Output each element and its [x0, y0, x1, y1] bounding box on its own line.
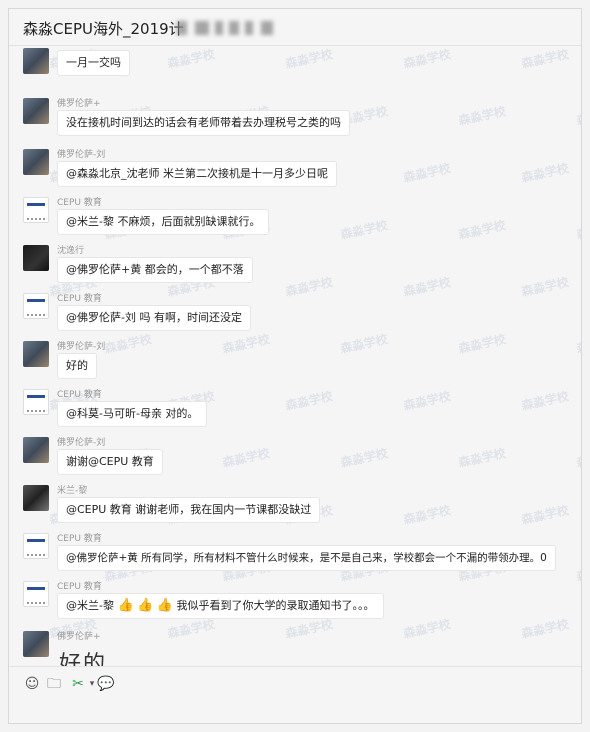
watermark-text: 森淼学校 [402, 617, 453, 641]
sender-name: 佛罗伦萨+ [57, 632, 101, 642]
message-bubble[interactable]: 谢谢@CEPU 教育 [57, 449, 163, 475]
message-bubble[interactable]: 一月一交吗 [57, 50, 130, 76]
sender-name: 米兰-黎 [57, 486, 88, 496]
watermark-text: 森淼学校 [284, 389, 335, 413]
watermark-text: 森淼学校 [221, 446, 272, 470]
chat-bubble-icon[interactable]: 💬 [97, 675, 115, 693]
avatar[interactable] [23, 533, 49, 559]
title-bar: 森淼CEPU海外_2019计 [9, 9, 581, 46]
message-list[interactable]: 森淼学校 森淼学校 森淼学校 森淼学校 森淼学校 森淼学校 森淼学校 森淼学校 森淼学校 森淼学校… [9, 46, 581, 668]
watermark-text: 森淼学校 [402, 275, 453, 299]
chat-title: 森淼CEPU海外_2019计 [23, 20, 184, 38]
watermark-text: 森淼学校 [339, 332, 390, 356]
watermark-text: 森淼学校 [575, 446, 581, 470]
avatar[interactable] [23, 149, 49, 175]
avatar[interactable] [23, 98, 49, 124]
watermark-text: 森淼学校 [284, 47, 335, 71]
watermark-text: 森淼学校 [284, 617, 335, 641]
message-bubble[interactable]: 没在接机时间到达的话会有老师带着去办理税号之类的吗 [57, 110, 350, 136]
folder-icon[interactable]: 🗀 [45, 675, 63, 693]
avatar[interactable] [23, 485, 49, 511]
watermark-text: 森淼学校 [575, 560, 581, 584]
watermark-text: 森淼学校 [284, 275, 335, 299]
watermark-text: 森淼学校 [575, 218, 581, 242]
redacted-title-part [245, 21, 253, 35]
watermark-text: 森淼学校 [520, 161, 571, 185]
watermark-text: 森淼学校 [457, 218, 508, 242]
redacted-title-part [229, 21, 239, 35]
input-toolbar: ☺ 🗀 ✂ ▾ 💬 [9, 666, 581, 723]
watermark-text: 森淼学校 [402, 161, 453, 185]
watermark-text: 森淼学校 [520, 47, 571, 71]
avatar[interactable] [23, 293, 49, 319]
watermark-text: 森淼学校 [221, 332, 272, 356]
sender-name: 佛罗伦萨-刘 [57, 342, 106, 352]
message-bubble[interactable]: @CEPU 教育 谢谢老师，我在国内一节课都没缺过 [57, 497, 321, 523]
message-bubble[interactable]: @佛罗伦萨+黄 所有同学，所有材料不管什么时候来，是不是自己来，学校都会一个不漏… [57, 545, 556, 571]
watermark-text: 森淼学校 [575, 332, 581, 356]
watermark-text: 森淼学校 [166, 617, 217, 641]
sender-name: 佛罗伦萨+ [57, 99, 101, 109]
watermark-text: 森淼学校 [457, 446, 508, 470]
watermark-text: 森淼学校 [339, 446, 390, 470]
watermark-text: 森淼学校 [575, 104, 581, 128]
avatar[interactable] [23, 48, 49, 74]
avatar[interactable] [23, 437, 49, 463]
watermark-text: 森淼学校 [402, 389, 453, 413]
avatar[interactable] [23, 581, 49, 607]
watermark-text: 森淼学校 [457, 104, 508, 128]
redacted-title-part [195, 21, 209, 35]
watermark-text: 森淼学校 [166, 47, 217, 71]
message-text: 我似乎看到了你大学的录取通知书了。。。 [176, 599, 375, 612]
watermark-text: 森淼学校 [402, 503, 453, 527]
watermark-text: 森淼学校 [103, 332, 154, 356]
thumbs-up-icon: 👍 [117, 598, 134, 613]
message-bubble[interactable]: 好的 [57, 353, 97, 379]
watermark-text: 森淼学校 [520, 389, 571, 413]
sender-name: CEPU 教育 [57, 582, 102, 592]
message-bubble[interactable]: @科莫-马可昕-母亲 对的。 [57, 401, 208, 427]
watermark-text: 森淼学校 [402, 47, 453, 71]
thumbs-up-icon: 👍 [137, 598, 154, 613]
avatar[interactable] [23, 245, 49, 271]
sender-name: CEPU 教育 [57, 534, 102, 544]
message-bubble[interactable]: @佛罗伦萨-刘 吗 有啊，时间还没定 [57, 305, 251, 331]
message-text: @米兰-黎 [66, 599, 114, 612]
sender-name: 佛罗伦萨-刘 [57, 150, 106, 160]
sender-name: 沈逸行 [57, 246, 85, 256]
message-bubble[interactable]: @森淼北京_沈老师 米兰第二次接机是十一月多少日呢 [57, 161, 337, 187]
watermark-text: 森淼学校 [339, 218, 390, 242]
sender-name: CEPU 教育 [57, 390, 102, 400]
chat-window: 森淼CEPU海外_2019计 森淼学校 森淼学校 森淼学校 森淼学校 森淼学校 森淼学校森… [8, 8, 582, 724]
message-bubble[interactable]: @佛罗伦萨+黄 都会的，一个都不落 [57, 257, 253, 283]
watermark-text: 森淼学校 [520, 275, 571, 299]
redacted-title-part [177, 21, 187, 35]
redacted-title-part [215, 21, 223, 35]
sender-name: CEPU 教育 [57, 198, 102, 208]
avatar[interactable] [23, 389, 49, 415]
redacted-title-part [261, 21, 273, 35]
message-bubble[interactable]: @米兰-黎 👍 👍 👍 我似乎看到了你大学的录取通知书了。。。 [57, 593, 384, 619]
watermark-text: 森淼学校 [520, 503, 571, 527]
thumbs-up-icon: 👍 [156, 598, 174, 613]
avatar[interactable] [23, 197, 49, 223]
watermark-text: 森淼学校 [457, 332, 508, 356]
sender-name: CEPU 教育 [57, 294, 102, 304]
sender-name: 佛罗伦萨-刘 [57, 438, 106, 448]
watermark-text: 森淼学校 [520, 617, 571, 641]
message-bubble[interactable]: @米兰-黎 不麻烦，后面就别缺课就行。 [57, 209, 270, 235]
avatar[interactable] [23, 341, 49, 367]
emoji-icon[interactable]: ☺ [23, 675, 41, 693]
avatar[interactable] [23, 631, 49, 657]
